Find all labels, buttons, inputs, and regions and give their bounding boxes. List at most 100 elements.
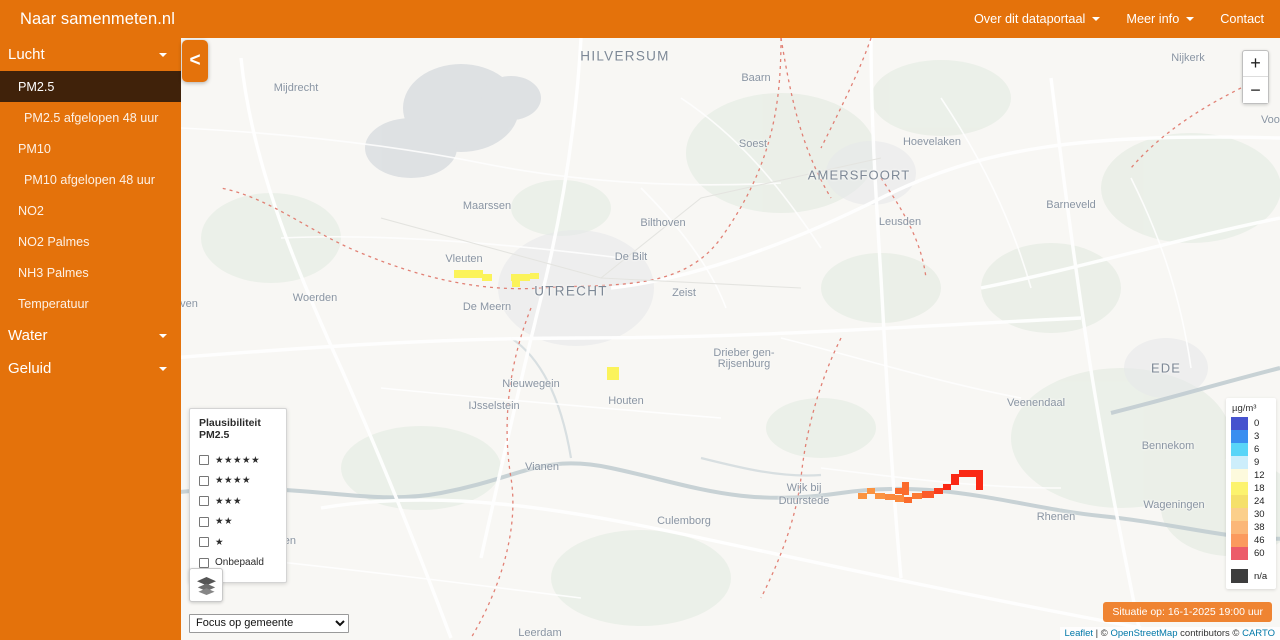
legend-na-swatch	[1231, 569, 1248, 583]
sidebar-item-pm2-5-afgelopen-48-uur[interactable]: PM2.5 afgelopen 48 uur	[0, 102, 181, 133]
focus-municipality-select[interactable]: Focus op gemeente	[189, 613, 349, 633]
chevron-down-icon	[1092, 17, 1101, 21]
sidebar-item-temperatuur[interactable]: Temperatuur	[0, 288, 181, 319]
plausibility-checkbox[interactable]	[199, 475, 209, 486]
openstreetmap-link[interactable]: OpenStreetMap	[1110, 628, 1177, 639]
legend-color-swatch	[1231, 508, 1248, 521]
plausibility-checkbox[interactable]	[199, 537, 209, 548]
plausibility-option-label: ★	[215, 536, 225, 548]
sidebar-item-nh3-palmes[interactable]: NH3 Palmes	[0, 257, 181, 288]
chevron-left-icon: <	[189, 50, 201, 71]
chevron-down-icon	[159, 366, 167, 371]
legend-value-label: 12	[1254, 470, 1265, 481]
sidebar-item-no2-palmes[interactable]: NO2 Palmes	[0, 226, 181, 257]
legend-value-label: 24	[1254, 496, 1265, 507]
sidebar-item-pm10-afgelopen-48-uur[interactable]: PM10 afgelopen 48 uur	[0, 164, 181, 195]
plausibility-checkbox[interactable]	[199, 455, 209, 466]
leaflet-link[interactable]: Leaflet	[1065, 628, 1094, 639]
layers-button[interactable]	[189, 568, 223, 602]
chevron-down-icon	[159, 52, 167, 57]
legend-row: 9	[1231, 456, 1272, 469]
sidebar-group-geluid[interactable]: Geluid	[0, 352, 181, 385]
attrib-mid: contributors ©	[1177, 628, 1243, 639]
plausibility-option-row[interactable]: ★	[199, 532, 277, 553]
map-measurement-marker[interactable]	[885, 494, 895, 500]
legend-value-label: 6	[1254, 444, 1260, 455]
legend-color-swatch	[1231, 521, 1248, 534]
map-measurement-marker[interactable]	[875, 493, 885, 499]
topnav-item-2[interactable]: Contact	[1220, 12, 1264, 26]
map-measurement-marker[interactable]	[902, 482, 909, 495]
map-canvas[interactable]: HILVERSUMBaarnNijkerkMijdrechtVoorthuize…	[181, 38, 1280, 640]
plausibility-option-row[interactable]: ★★★★	[199, 471, 277, 492]
sidebar-group-lucht[interactable]: Lucht	[0, 38, 181, 71]
topnav-item-label: Meer info	[1126, 12, 1180, 26]
sidebar-item-label: NO2 Palmes	[18, 234, 90, 249]
map-measurement-marker[interactable]	[922, 491, 934, 498]
attrib-sep1: | ©	[1093, 628, 1111, 639]
carto-link[interactable]: CARTO	[1242, 628, 1275, 639]
legend-color-swatch	[1231, 547, 1248, 560]
legend-value-label: 30	[1254, 509, 1265, 520]
legend-row: 60	[1231, 547, 1272, 560]
map-measurement-marker[interactable]	[511, 274, 530, 281]
map-measurement-marker[interactable]	[895, 495, 904, 502]
map-measurement-marker[interactable]	[895, 488, 902, 494]
sidebar-group-label: Geluid	[8, 360, 52, 377]
sidebar-item-pm10[interactable]: PM10	[0, 133, 181, 164]
map-measurement-marker[interactable]	[607, 367, 619, 380]
page-root: Naar samenmeten.nl Over dit dataportaal M…	[0, 0, 1280, 640]
map-measurement-marker[interactable]	[858, 493, 867, 499]
legend-na-row: n/a	[1231, 569, 1272, 583]
legend-row: 12	[1231, 469, 1272, 482]
map-measurement-marker[interactable]	[454, 270, 483, 278]
top-header: Naar samenmeten.nl Over dit dataportaal M…	[0, 0, 1280, 38]
map-measurement-marker[interactable]	[943, 484, 951, 490]
plausibility-checkbox[interactable]	[199, 496, 209, 507]
legend-color-swatch	[1231, 430, 1248, 443]
legend-value-label: 46	[1254, 535, 1265, 546]
map-measurement-marker[interactable]	[976, 474, 983, 490]
sidebar-collapse-button[interactable]: <	[182, 40, 208, 82]
sidebar: Lucht PM2.5 PM2.5 afgelopen 48 uur PM10 PM10…	[0, 38, 181, 640]
sidebar-group-water[interactable]: Water	[0, 319, 181, 352]
plausibility-option-row[interactable]: ★★★	[199, 491, 277, 512]
plausibility-option-label: ★★★★	[215, 475, 252, 487]
legend-row: 46	[1231, 534, 1272, 547]
sidebar-item-label: Temperatuur	[18, 296, 89, 311]
zoom-out-button[interactable]: −	[1243, 77, 1268, 103]
legend-row: 24	[1231, 495, 1272, 508]
topnav-item-1[interactable]: Meer info	[1126, 12, 1195, 26]
legend-value-label: 60	[1254, 548, 1265, 559]
topnav-item-0[interactable]: Over dit dataportaal	[973, 12, 1101, 26]
sidebar-item-no2[interactable]: NO2	[0, 195, 181, 226]
plausibility-panel: Plausibiliteit PM2.5 ★★★★★ ★★★★ ★★★ ★★ ★ Onbe…	[189, 408, 287, 583]
plausibility-title: Plausibiliteit PM2.5	[199, 417, 261, 441]
map-measurement-marker[interactable]	[951, 474, 959, 485]
brand-link[interactable]: Naar samenmeten.nl	[0, 10, 175, 29]
sidebar-item-pm2-5[interactable]: PM2.5	[0, 71, 181, 102]
legend-color-swatch	[1231, 534, 1248, 547]
map-measurement-marker[interactable]	[867, 488, 875, 494]
legend-panel: µg/m³ 0 3 6 9 12 18 24 30 38 46 60 n/a	[1226, 398, 1276, 589]
map-measurement-marker[interactable]	[904, 497, 912, 503]
map-measurement-marker[interactable]	[482, 274, 492, 281]
legend-row: 18	[1231, 482, 1272, 495]
sidebar-group-label: Water	[8, 327, 48, 344]
sidebar-item-label: PM10	[18, 141, 51, 156]
plausibility-checkbox[interactable]	[199, 516, 209, 527]
map-measurement-marker[interactable]	[530, 273, 539, 279]
plausibility-checkbox[interactable]	[199, 557, 209, 568]
map-measurement-marker[interactable]	[512, 281, 520, 287]
topnav-item-label: Over dit dataportaal	[973, 12, 1086, 26]
zoom-in-button[interactable]: +	[1243, 51, 1268, 77]
plausibility-option-row[interactable]: ★★★★★	[199, 450, 277, 471]
sidebar-item-label: PM2.5	[18, 79, 55, 94]
legend-color-swatch	[1231, 456, 1248, 469]
map-measurement-marker[interactable]	[912, 493, 922, 499]
sidebar-item-label: PM2.5 afgelopen 48 uur	[24, 110, 159, 125]
plausibility-option-row[interactable]: ★★	[199, 512, 277, 533]
map-measurement-marker[interactable]	[934, 488, 943, 494]
legend-color-swatch	[1231, 417, 1248, 430]
sidebar-group-label: Lucht	[8, 46, 45, 63]
